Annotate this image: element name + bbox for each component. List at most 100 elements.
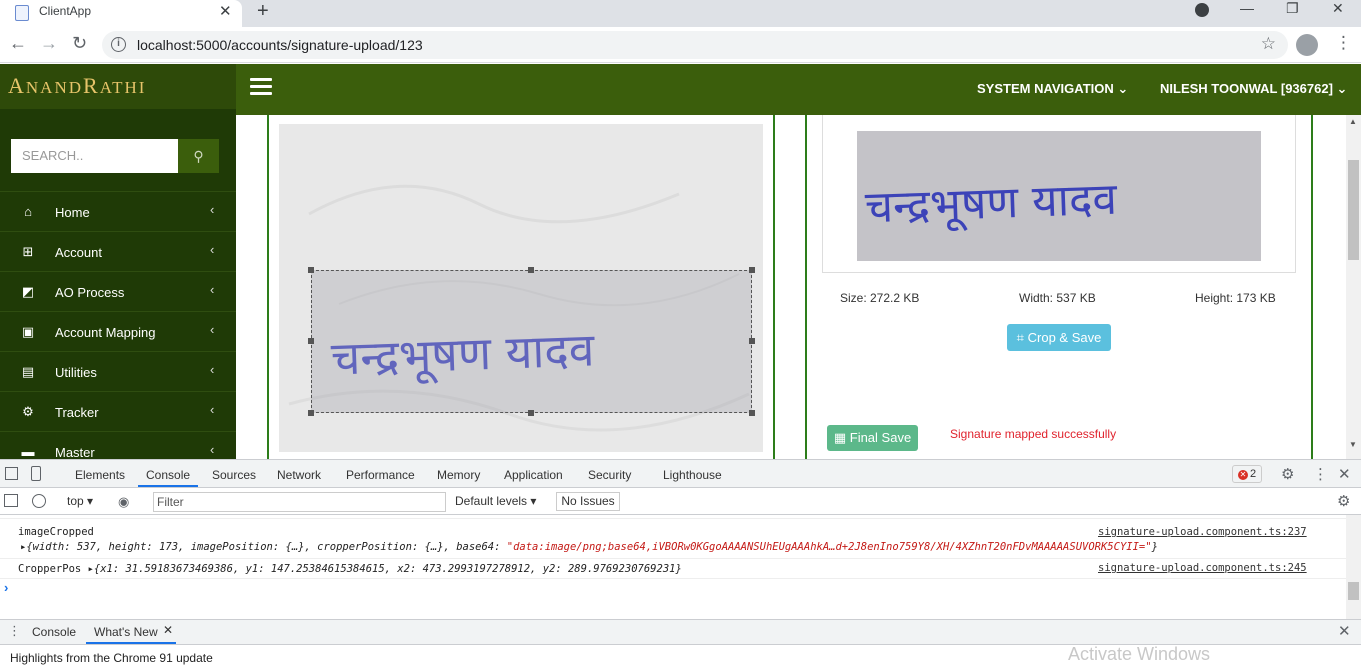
user-menu[interactable]: NILESH TOONWAL [936762] ⌄ xyxy=(1160,81,1347,97)
console-filter-input[interactable]: Filter xyxy=(153,492,446,512)
devtools-tab-application[interactable]: Application xyxy=(504,468,563,482)
log-object-imagecropped[interactable]: ▸{width: 537, height: 173, imagePosition… xyxy=(20,541,1158,553)
crop-handle[interactable] xyxy=(749,410,755,416)
devtools-menu-icon[interactable]: ⋮ xyxy=(1313,465,1328,483)
chevron-left-icon: ‹ xyxy=(210,362,215,377)
error-count: 2 xyxy=(1250,468,1257,480)
new-tab-button[interactable]: + xyxy=(257,0,269,23)
active-tab-indicator xyxy=(138,485,198,487)
drawer-tab-whats-new[interactable]: What's New xyxy=(94,625,158,639)
log-label-imagecropped: imageCropped xyxy=(18,526,94,538)
url-text[interactable]: localhost:5000/accounts/signature-upload… xyxy=(137,37,423,53)
final-save-button[interactable]: ▦ Final Save xyxy=(827,425,918,451)
devtools-tab-security[interactable]: Security xyxy=(588,468,631,482)
scroll-up-icon[interactable]: ▲ xyxy=(1349,117,1357,126)
search-button[interactable]: ⚲ xyxy=(178,139,219,173)
sidebar-item-ao-process[interactable]: ◩ AO Process ‹ xyxy=(0,271,236,311)
page-scroll-thumb[interactable] xyxy=(1348,160,1359,260)
tracker-icon: ⚙ xyxy=(22,404,34,419)
sidebar-item-account-mapping[interactable]: ▣ Account Mapping ‹ xyxy=(0,311,236,351)
tab-close-icon[interactable]: ✕ xyxy=(219,2,232,20)
minimize-button[interactable]: — xyxy=(1240,0,1254,16)
save-icon: ▦ xyxy=(833,430,847,445)
site-info-icon[interactable]: i xyxy=(111,37,126,52)
log-divider xyxy=(0,558,1346,559)
crop-handle[interactable] xyxy=(308,410,314,416)
log-base64-string: "data:image/png;base64,iVBORw0KGgoAAAANS… xyxy=(506,541,1152,553)
sidebar-item-utilities[interactable]: ▤ Utilities ‹ xyxy=(0,351,236,391)
bookmark-star-icon[interactable]: ☆ xyxy=(1261,34,1276,54)
device-toolbar-icon[interactable] xyxy=(31,466,41,481)
crop-handle[interactable] xyxy=(749,267,755,273)
error-count-badge[interactable]: ✕ 2 xyxy=(1232,465,1262,483)
devtools-tab-console[interactable]: Console xyxy=(146,468,190,482)
system-navigation-menu[interactable]: SYSTEM NAVIGATION ⌄ xyxy=(977,81,1128,97)
crop-handle[interactable] xyxy=(749,338,755,344)
console-prompt[interactable]: › xyxy=(4,580,8,595)
back-icon[interactable]: ← xyxy=(9,33,27,54)
drawer-tab-console[interactable]: Console xyxy=(32,625,76,639)
reload-icon[interactable]: ↻ xyxy=(72,33,87,54)
console-scrollbar[interactable] xyxy=(1346,515,1361,619)
devtools-tab-memory[interactable]: Memory xyxy=(437,468,480,482)
log-levels-dropdown[interactable]: Default levels ▾ xyxy=(455,494,536,508)
sidebar-item-label: AO Process xyxy=(55,285,125,300)
crop-save-button[interactable]: ⌗ Crop & Save xyxy=(1007,324,1111,351)
devtools-tab-elements[interactable]: Elements xyxy=(75,468,125,482)
maximize-button[interactable]: ❐ xyxy=(1286,0,1299,17)
devtools-settings-icon[interactable]: ⚙ xyxy=(1281,465,1294,483)
crop-handle[interactable] xyxy=(528,267,534,273)
crop-selection[interactable] xyxy=(308,267,755,416)
search-input[interactable]: SEARCH.. xyxy=(11,139,178,173)
clear-console-icon[interactable] xyxy=(32,494,46,508)
sidebar-item-account[interactable]: ⊞ Account ‹ xyxy=(0,231,236,271)
devtools-tab-performance[interactable]: Performance xyxy=(346,468,415,482)
devtools-close-icon[interactable]: ✕ xyxy=(1338,465,1351,483)
console-scroll-thumb[interactable] xyxy=(1348,582,1359,600)
context-selector[interactable]: top ▾ xyxy=(67,494,93,508)
issues-button[interactable]: No Issues xyxy=(556,492,620,511)
profile-avatar[interactable] xyxy=(1296,34,1318,56)
drawer-tab-close-icon[interactable]: ✕ xyxy=(163,623,173,637)
drawer-menu-icon[interactable]: ⋮ xyxy=(8,623,21,639)
drawer-tab-bar xyxy=(0,619,1361,645)
drawer-close-icon[interactable]: ✕ xyxy=(1338,622,1351,640)
inspect-element-icon[interactable] xyxy=(5,467,18,480)
log-source-link[interactable]: signature-upload.component.ts:237 xyxy=(1098,526,1307,538)
log-divider xyxy=(0,518,1346,519)
sidebar-toggle-icon[interactable] xyxy=(4,494,18,507)
log-source-link[interactable]: signature-upload.component.ts:245 xyxy=(1098,562,1307,574)
activate-windows-watermark: Activate Windows xyxy=(1068,644,1211,664)
browser-menu-icon[interactable]: ⋮ xyxy=(1335,33,1352,53)
sidebar-item-master[interactable]: ▬ Master ‹ xyxy=(0,431,236,459)
forward-icon[interactable]: → xyxy=(40,33,58,54)
sidebar-item-label: Account Mapping xyxy=(55,325,156,340)
sidebar-item-home[interactable]: ⌂ Home ‹ xyxy=(0,191,236,231)
omnibox[interactable]: i localhost:5000/accounts/signature-uplo… xyxy=(102,31,1288,59)
console-settings-icon[interactable]: ⚙ xyxy=(1337,492,1350,510)
window-close-button[interactable]: ✕ xyxy=(1332,0,1344,17)
devtools-tab-sources[interactable]: Sources xyxy=(212,468,256,482)
log-cropperpos[interactable]: CropperPos ▸{x1: 31.59183673469386, y1: … xyxy=(18,563,682,575)
devtools-tab-lighthouse[interactable]: Lighthouse xyxy=(663,468,722,482)
master-icon: ▬ xyxy=(21,444,35,459)
devtools-tab-network[interactable]: Network xyxy=(277,468,321,482)
user-name-label: NILESH TOONWAL [936762] xyxy=(1160,81,1333,96)
error-icon: ✕ xyxy=(1238,470,1248,480)
hamburger-menu-icon[interactable] xyxy=(250,78,272,98)
tab-search-icon[interactable] xyxy=(1195,3,1209,17)
scroll-down-icon[interactable]: ▼ xyxy=(1349,440,1357,449)
browser-tab[interactable]: ClientApp ✕ xyxy=(0,0,242,27)
crop-handle[interactable] xyxy=(528,410,534,416)
sidebar-item-label: Account xyxy=(55,245,102,260)
sidebar-item-tracker[interactable]: ⚙ Tracker ‹ xyxy=(0,391,236,431)
sidebar-item-label: Home xyxy=(55,205,90,220)
crop-handle[interactable] xyxy=(308,338,314,344)
brand-logo: ANANDRATHI xyxy=(0,64,236,109)
crop-icon: ⌗ xyxy=(1016,330,1024,345)
log-object-close: } xyxy=(1151,541,1158,553)
crop-handle[interactable] xyxy=(308,267,314,273)
chevron-left-icon: ‹ xyxy=(210,282,215,297)
eye-icon[interactable]: ◉ xyxy=(118,494,129,510)
log-divider xyxy=(0,578,1346,579)
